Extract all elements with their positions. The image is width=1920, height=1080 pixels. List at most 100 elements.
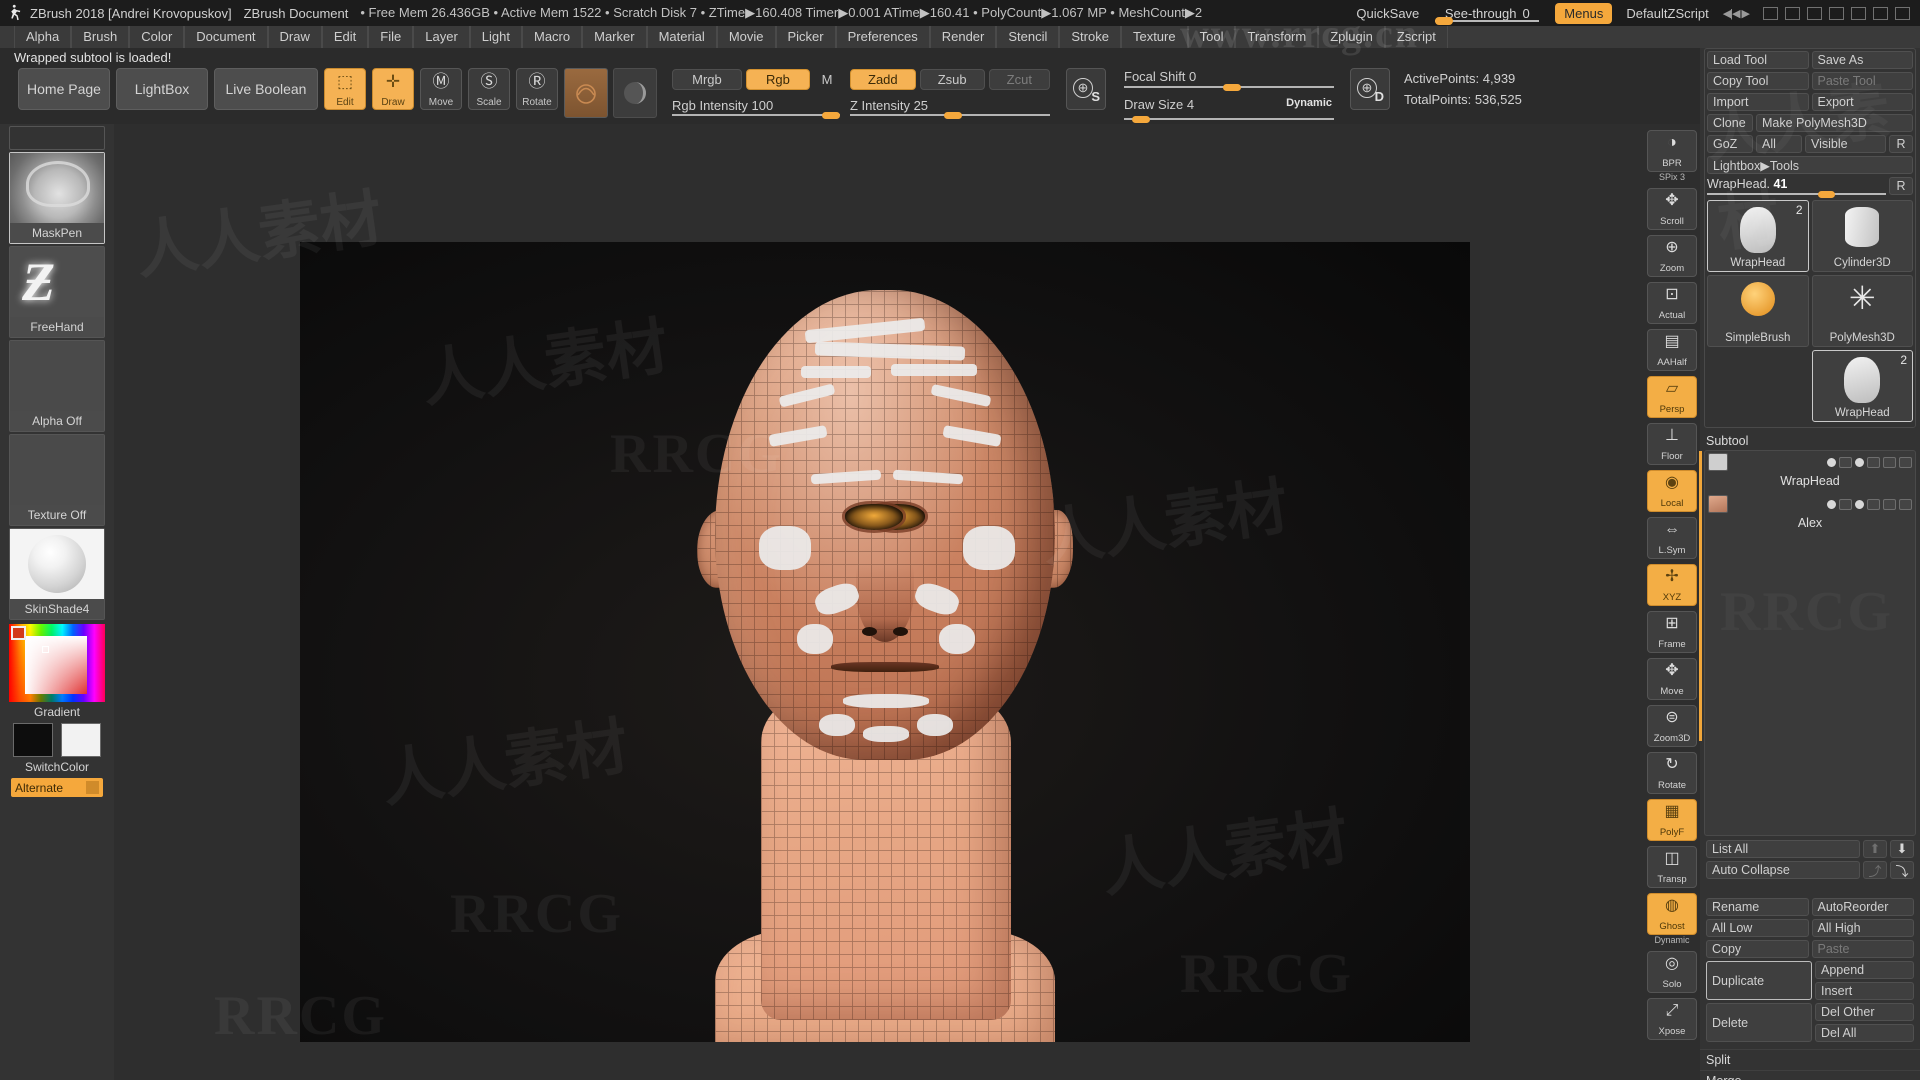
- duplicate-button[interactable]: Duplicate: [1706, 961, 1812, 1000]
- scale-mode-button[interactable]: Ⓢ Scale: [468, 68, 510, 110]
- mrgb-button[interactable]: Mrgb: [672, 68, 742, 90]
- export-button[interactable]: Export: [1811, 93, 1913, 111]
- primary-color-swatch[interactable]: [13, 723, 53, 757]
- home-page-button[interactable]: Home Page: [18, 68, 110, 110]
- edit-mode-button[interactable]: ⬚ Edit: [324, 68, 366, 110]
- menu-item-zscript[interactable]: Zscript: [1384, 26, 1448, 48]
- lightbox-tools-button[interactable]: Lightbox▶Tools: [1707, 156, 1913, 174]
- maximize-icon[interactable]: [1873, 6, 1888, 20]
- all-high-button[interactable]: All High: [1811, 919, 1914, 937]
- rightshelf-button-zoom3d[interactable]: ⊜ Zoom3D: [1647, 705, 1697, 747]
- menu-item-stencil[interactable]: Stencil: [996, 26, 1060, 48]
- menu-item-alpha[interactable]: Alpha: [14, 26, 72, 48]
- menus-button[interactable]: Menus: [1555, 2, 1613, 24]
- group-up-button[interactable]: ⤴: [1863, 861, 1887, 879]
- zsub-button[interactable]: Zsub: [919, 68, 985, 90]
- rightshelf-button-scroll[interactable]: ✥ Scroll: [1647, 188, 1697, 230]
- rightshelf-button-transp[interactable]: ◫ Transp: [1647, 846, 1697, 888]
- subtool-paint-icon-2[interactable]: [1855, 499, 1864, 509]
- goz-r-button[interactable]: R: [1889, 135, 1913, 153]
- menu-item-movie[interactable]: Movie: [716, 26, 776, 48]
- rightshelf-button-lsym[interactable]: ⇔ L.Sym: [1647, 517, 1697, 559]
- menu-item-draw[interactable]: Draw: [267, 26, 322, 48]
- move-up-button[interactable]: ⬆: [1863, 840, 1887, 858]
- zbrush-document-canvas[interactable]: 人人素材 RRCG 人人素材 人人素材 RRCG 人人素材 RRCG: [300, 242, 1470, 1042]
- gradient-label[interactable]: Gradient: [0, 702, 114, 721]
- rename-button[interactable]: Rename: [1706, 898, 1809, 916]
- default-zscript-label[interactable]: DefaultZScript: [1626, 6, 1708, 21]
- split-section[interactable]: Split: [1700, 1049, 1920, 1070]
- import-button[interactable]: Import: [1707, 93, 1809, 111]
- subtool-mesh-icon-1[interactable]: [1867, 456, 1880, 468]
- subtool-mesh-icon-2[interactable]: [1867, 498, 1880, 510]
- canvas-area[interactable]: 人人素材 RRCG 人人素材 人人素材 RRCG 人人素材 RRCG 人人素材 …: [114, 124, 1700, 1080]
- rightshelf-button-polyf[interactable]: ▦ PolyF: [1647, 799, 1697, 841]
- secondary-material-button[interactable]: [613, 68, 657, 118]
- focal-shift-slider[interactable]: Focal Shift 0: [1124, 68, 1334, 91]
- subtool-poly-icon-2[interactable]: [1883, 498, 1896, 510]
- rgb-button[interactable]: Rgb: [745, 68, 811, 90]
- rotate-mode-button[interactable]: Ⓡ Rotate: [516, 68, 558, 110]
- menu-item-material[interactable]: Material: [646, 26, 717, 48]
- move-down-button[interactable]: ⬇: [1890, 840, 1914, 858]
- rightshelf-button-solo[interactable]: ◎ Solo: [1647, 951, 1697, 993]
- menu-item-document[interactable]: Document: [184, 26, 268, 48]
- draw-size-icon-button[interactable]: ⊕ D: [1350, 68, 1390, 110]
- layout-icon-2[interactable]: [1785, 6, 1800, 20]
- see-through-knob[interactable]: [1435, 17, 1454, 25]
- wraphead-slider-knob[interactable]: [1817, 191, 1835, 198]
- autoreorder-button[interactable]: AutoReorder: [1811, 898, 1914, 916]
- auto-collapse-button[interactable]: Auto Collapse: [1706, 861, 1860, 879]
- z-intensity-slider[interactable]: Z Intensity 25: [850, 97, 1050, 119]
- zcut-button[interactable]: Zcut: [988, 68, 1050, 90]
- goz-visible-button[interactable]: Visible: [1805, 135, 1886, 153]
- alternate-button[interactable]: Alternate: [11, 778, 103, 797]
- focal-shift-knob[interactable]: [1222, 84, 1241, 91]
- rightshelf-button-frame[interactable]: ⊞ Frame: [1647, 611, 1697, 653]
- tool-thumb-wraphead-2[interactable]: 2 WrapHead: [1811, 350, 1913, 422]
- rightshelf-button-ghost[interactable]: ◍ Ghost Dynamic: [1647, 893, 1697, 945]
- draw-size-slider[interactable]: Draw Size 4 Dynamic: [1124, 96, 1334, 123]
- menu-item-stroke[interactable]: Stroke: [1059, 26, 1121, 48]
- rightshelf-button-floor[interactable]: ⊥ Floor: [1647, 423, 1697, 465]
- menu-item-zplugin[interactable]: Zplugin: [1318, 26, 1385, 48]
- lightbox-button[interactable]: LightBox: [116, 68, 208, 110]
- live-boolean-button[interactable]: Live Boolean: [214, 68, 318, 110]
- rightshelf-button-xyz[interactable]: ✢ XYZ: [1647, 564, 1697, 606]
- append-button[interactable]: Append: [1815, 961, 1914, 979]
- wraphead-r-button[interactable]: R: [1889, 177, 1913, 195]
- brush-selector[interactable]: MaskPen: [9, 152, 105, 244]
- subtool-eye-icon-1[interactable]: [1839, 456, 1852, 468]
- material-selector[interactable]: SkinShade4: [9, 528, 105, 620]
- tool-thumb-wraphead[interactable]: 2 WrapHead: [1707, 200, 1809, 272]
- menu-item-marker[interactable]: Marker: [582, 26, 647, 48]
- merge-section[interactable]: Merge: [1700, 1070, 1920, 1080]
- rightshelf-button-move[interactable]: ✥ Move: [1647, 658, 1697, 700]
- list-all-button[interactable]: List All: [1706, 840, 1860, 858]
- menu-item-file[interactable]: File: [368, 26, 414, 48]
- menu-item-layer[interactable]: Layer: [413, 26, 470, 48]
- subtool-more-icon-2[interactable]: [1899, 498, 1912, 510]
- tool-thumb-polymesh3d[interactable]: ✳ PolyMesh3D: [1811, 275, 1913, 347]
- rightshelf-button-local[interactable]: ◉ Local: [1647, 470, 1697, 512]
- load-tool-button[interactable]: Load Tool: [1707, 51, 1809, 69]
- del-other-button[interactable]: Del Other: [1815, 1003, 1914, 1021]
- subtool-scroll-indicator[interactable]: [1699, 451, 1702, 741]
- rightshelf-button-zoom[interactable]: ⊕ Zoom: [1647, 235, 1697, 277]
- menu-item-preferences[interactable]: Preferences: [835, 26, 930, 48]
- focal-shift-icon-button[interactable]: ⊕ S: [1066, 68, 1106, 110]
- menu-item-color[interactable]: Color: [129, 26, 185, 48]
- draw-size-knob[interactable]: [1132, 116, 1151, 123]
- rightshelf-button-rotate[interactable]: ↻ Rotate: [1647, 752, 1697, 794]
- rightshelf-button-persp[interactable]: ▱ Persp: [1647, 376, 1697, 418]
- zscript-nav-arrows[interactable]: ◀|◀ ▶: [1723, 7, 1750, 20]
- z-intensity-knob[interactable]: [944, 112, 962, 119]
- see-through-slider[interactable]: See-through 0: [1433, 1, 1541, 25]
- insert-button[interactable]: Insert: [1815, 982, 1914, 1000]
- all-low-button[interactable]: All Low: [1706, 919, 1809, 937]
- menu-item-edit[interactable]: Edit: [321, 26, 369, 48]
- rightshelf-button-actual[interactable]: ⊡ Actual: [1647, 282, 1697, 324]
- texture-selector[interactable]: Texture Off: [9, 434, 105, 526]
- subtool-row-alex[interactable]: [1705, 493, 1915, 515]
- wraphead-slider[interactable]: WrapHead. 41: [1707, 177, 1886, 198]
